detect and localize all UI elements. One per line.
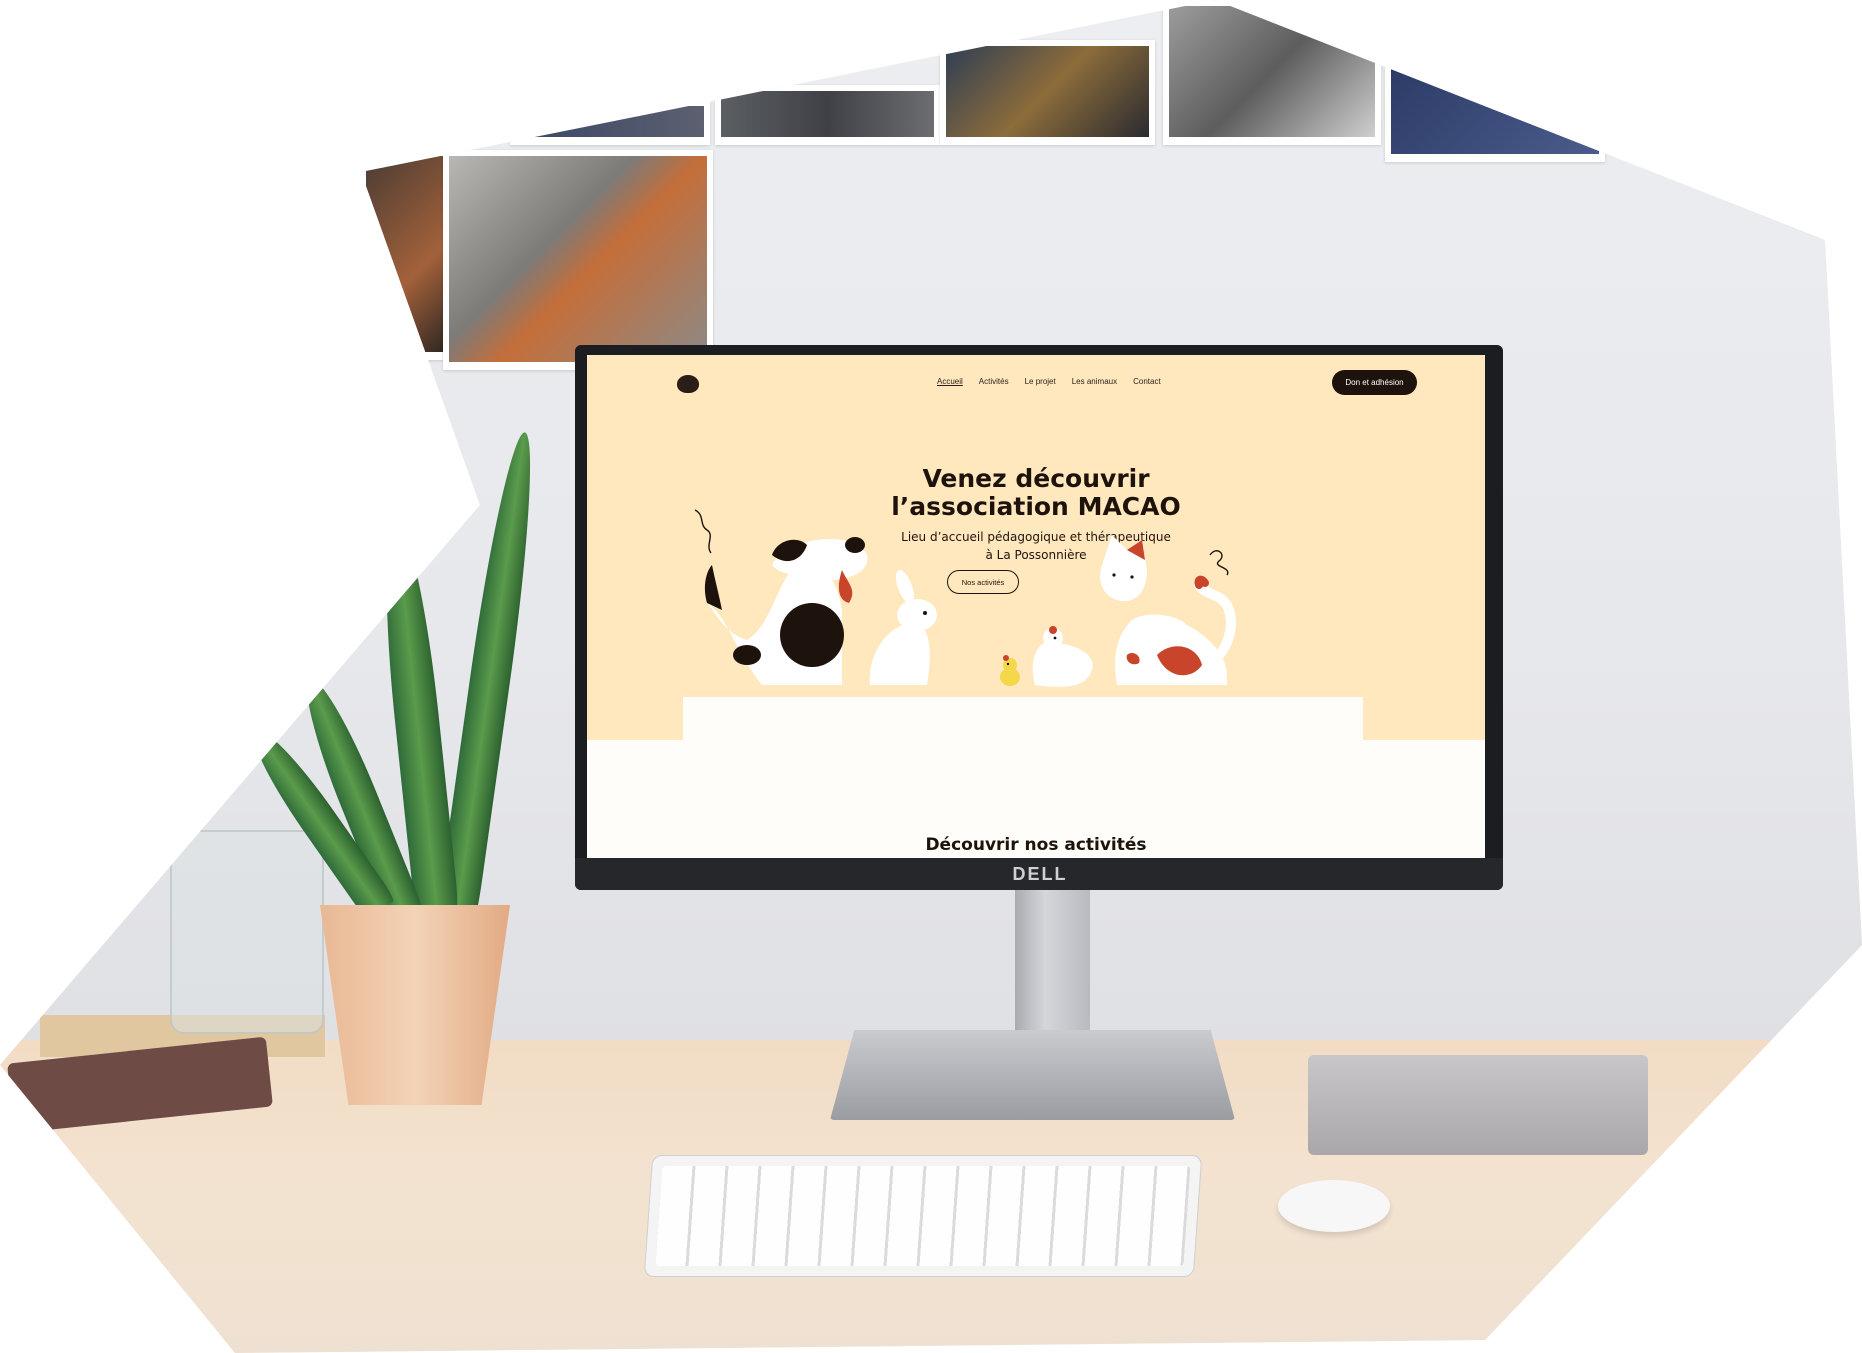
mouse: [1278, 1180, 1390, 1232]
wall-photo-craftsman: [443, 150, 713, 370]
wall-photo: [1163, 0, 1381, 145]
pen-jar: [170, 830, 324, 1034]
plant-pot: [320, 905, 510, 1105]
wall-photo: [360, 150, 455, 360]
monitor-screen: Accueil Activités Le projet Les animaux …: [587, 355, 1485, 858]
monitor-brand-logo: DELL: [1012, 864, 1068, 884]
laptop: [1308, 1055, 1648, 1155]
wall-photo: [940, 40, 1155, 145]
monitor-stand: [1015, 890, 1090, 1050]
hen-illustration: [1032, 626, 1093, 687]
wall-photo: [1385, 60, 1605, 162]
photo-scene: DELL Accueil Activités Le projet Les ani…: [0, 0, 1862, 1353]
rabbit-illustration: [869, 569, 937, 685]
dog-illustration: [694, 509, 868, 685]
wall-photo: [715, 85, 940, 145]
monitor-base: [830, 1030, 1235, 1120]
keyboard: [643, 1155, 1203, 1277]
wall-photo: [510, 100, 710, 145]
chick-illustration: [1000, 655, 1020, 686]
section-title-activites: Découvrir nos activités: [925, 835, 1147, 855]
cat-illustration: [1100, 535, 1236, 685]
